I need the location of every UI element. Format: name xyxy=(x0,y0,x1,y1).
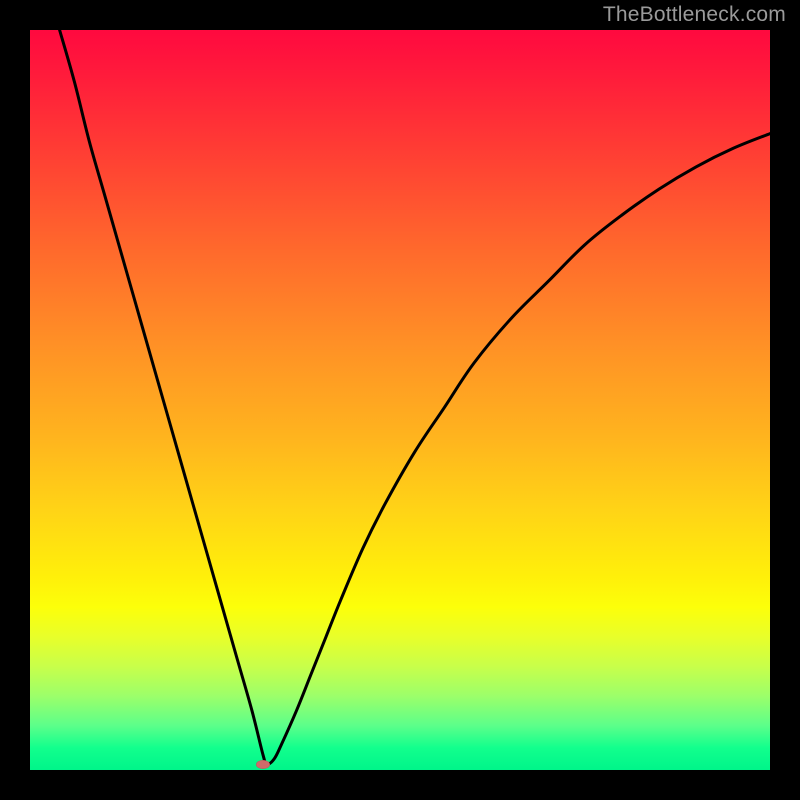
watermark-text: TheBottleneck.com xyxy=(603,3,786,27)
plot-area xyxy=(30,30,770,770)
bottleneck-curve xyxy=(30,30,770,770)
chart-frame: TheBottleneck.com xyxy=(0,0,800,800)
